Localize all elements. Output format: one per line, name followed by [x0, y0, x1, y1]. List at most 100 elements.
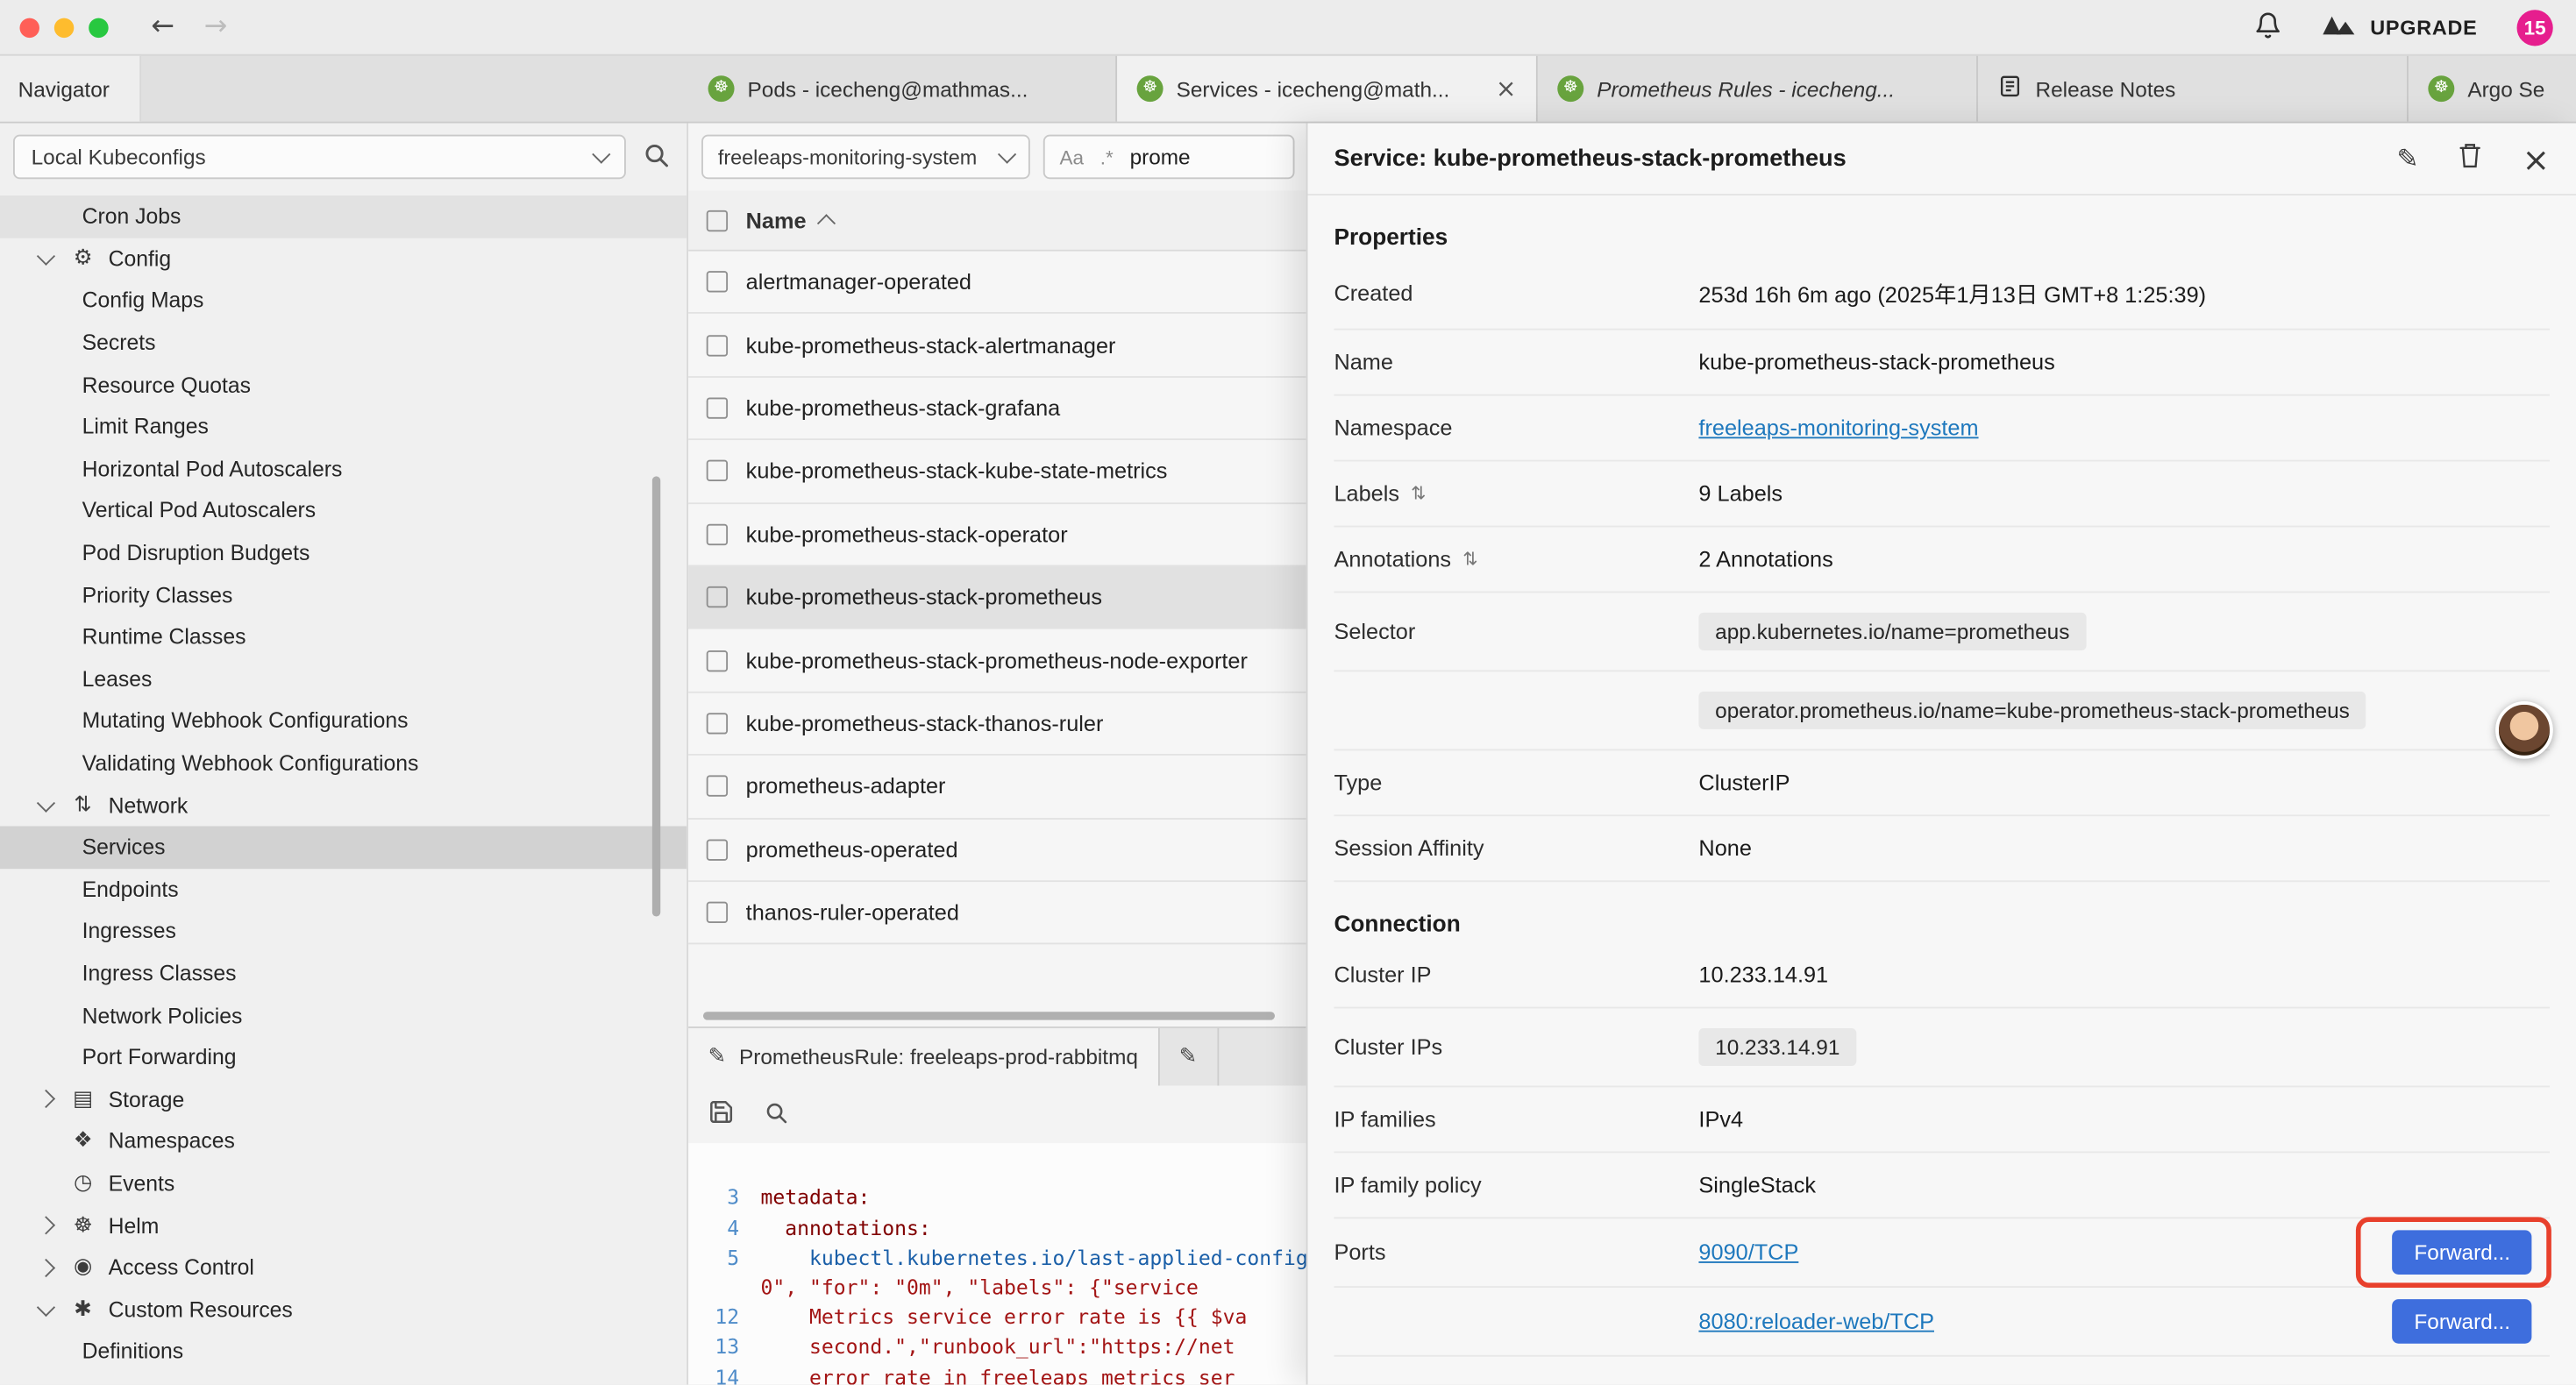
namespace-filter-dropdown[interactable]: freeleaps-monitoring-system	[701, 135, 1030, 180]
forward-port-button[interactable]: Forward...	[2393, 1230, 2531, 1275]
sidebar-item-mutating-webhook-configurations[interactable]: Mutating Webhook Configurations	[0, 700, 687, 742]
delete-service-icon[interactable]	[2459, 141, 2483, 175]
tab-argo[interactable]: ☸ Argo Se	[2409, 56, 2576, 122]
zoom-window-button[interactable]	[89, 18, 108, 37]
search-value: prome	[1130, 145, 1191, 169]
sidebar-scrollbar[interactable]	[652, 476, 660, 916]
window-controls	[19, 18, 108, 37]
sidebar-item-port-forwarding[interactable]: Port Forwarding	[0, 1036, 687, 1078]
sidebar-item-services[interactable]: Services	[0, 826, 687, 868]
chevron-right-icon[interactable]	[37, 1090, 55, 1108]
row-checkbox[interactable]	[707, 776, 728, 797]
notifications-bell-icon[interactable]	[2253, 11, 2281, 43]
tab-prometheus-rules[interactable]: ☸ Prometheus Rules - icecheng...	[1538, 56, 1978, 122]
sidebar-item-ingress-classes[interactable]: Ingress Classes	[0, 952, 687, 994]
edit-service-icon[interactable]: ✎	[2396, 146, 2418, 172]
sidebar-item-priority-classes[interactable]: Priority Classes	[0, 574, 687, 616]
sidebar-item-runtime-classes[interactable]: Runtime Classes	[0, 616, 687, 658]
row-checkbox[interactable]	[707, 586, 728, 607]
table-row[interactable]: alertmanager-operated	[688, 252, 1307, 315]
expand-annotations-icon[interactable]: ⇅	[1462, 549, 1477, 570]
chevron-down-icon[interactable]	[37, 1297, 55, 1316]
close-drawer-icon[interactable]: ×	[2523, 142, 2550, 174]
dock-tab-next[interactable]: ✎	[1159, 1029, 1218, 1087]
sidebar-item-helm[interactable]: ☸Helm	[0, 1204, 687, 1246]
row-checkbox[interactable]	[707, 713, 728, 734]
table-row[interactable]: kube-prometheus-stack-thanos-ruler	[688, 692, 1307, 756]
notification-count-badge[interactable]: 15	[2517, 9, 2553, 45]
sidebar-item-access-control[interactable]: ◉Access Control	[0, 1246, 687, 1289]
table-row-selected[interactable]: kube-prometheus-stack-prometheus	[688, 566, 1307, 629]
row-checkbox[interactable]	[707, 902, 728, 923]
sidebar-item-pod-disruption-budgets[interactable]: Pod Disruption Budgets	[0, 532, 687, 574]
expand-labels-icon[interactable]: ⇅	[1411, 483, 1426, 504]
back-icon[interactable]: ←	[151, 13, 174, 41]
sidebar-item-endpoints[interactable]: Endpoints	[0, 868, 687, 910]
detail-row-session-affinity: Session Affinity None	[1334, 816, 2550, 882]
table-row[interactable]: thanos-ruler-operated	[688, 882, 1307, 945]
close-window-button[interactable]	[19, 18, 39, 37]
chevron-right-icon[interactable]	[37, 1258, 55, 1276]
port-link-8080-reloader-web[interactable]: 8080:reloader-web/TCP	[1698, 1309, 1934, 1333]
forward-port-button[interactable]: Forward...	[2393, 1299, 2531, 1344]
close-tab-icon[interactable]: ×	[1496, 74, 1517, 103]
sidebar-item-storage[interactable]: ▤Storage	[0, 1078, 687, 1120]
user-avatar[interactable]	[2495, 701, 2553, 759]
sidebar-item-custom-resources[interactable]: ✱Custom Resources	[0, 1289, 687, 1331]
dock-tab-prometheusrule[interactable]: ✎ PrometheusRule: freeleaps-prod-rabbitm…	[688, 1029, 1159, 1087]
row-checkbox[interactable]	[707, 839, 728, 860]
sidebar-item-network-policies[interactable]: Network Policies	[0, 994, 687, 1036]
kubeconfig-selector[interactable]: Local Kubeconfigs	[13, 135, 626, 180]
sidebar-item-config-maps[interactable]: Config Maps	[0, 280, 687, 322]
table-row[interactable]: kube-prometheus-stack-grafana	[688, 378, 1307, 441]
name-column-header[interactable]: Name	[746, 208, 833, 232]
row-checkbox[interactable]	[707, 460, 728, 481]
sidebar-item-definitions[interactable]: Definitions	[0, 1331, 687, 1373]
sidebar-item-horizontal-pod-autoscalers[interactable]: Horizontal Pod Autoscalers	[0, 448, 687, 490]
table-row[interactable]: kube-prometheus-stack-operator	[688, 503, 1307, 566]
upgrade-button[interactable]: UPGRADE	[2321, 12, 2478, 42]
chevron-down-icon[interactable]	[37, 793, 55, 812]
chevron-right-icon[interactable]	[37, 1216, 55, 1234]
sidebar-item-secrets[interactable]: Secrets	[0, 322, 687, 364]
access-control-icon: ◉	[69, 1255, 97, 1280]
horizontal-scrollbar[interactable]	[703, 1012, 1275, 1020]
yaml-editor[interactable]: 3metadata: 4 annotations: 5 kubectl.kube…	[688, 1144, 1307, 1385]
save-icon[interactable]	[708, 1099, 735, 1131]
sidebar-item-events[interactable]: ◷Events	[0, 1162, 687, 1204]
table-row[interactable]: prometheus-adapter	[688, 756, 1307, 819]
chevron-down-icon[interactable]	[37, 246, 55, 265]
sidebar-item-resource-quotas[interactable]: Resource Quotas	[0, 364, 687, 406]
match-case-toggle[interactable]: Aa	[1060, 146, 1085, 168]
sidebar-item-config[interactable]: ⚙Config	[0, 238, 687, 280]
port-link-9090[interactable]: 9090/TCP	[1698, 1240, 1798, 1265]
row-checkbox[interactable]	[707, 397, 728, 418]
sidebar-item-vertical-pod-autoscalers[interactable]: Vertical Pod Autoscalers	[0, 490, 687, 532]
row-checkbox[interactable]	[707, 523, 728, 544]
table-row[interactable]: prometheus-operated	[688, 819, 1307, 882]
table-row[interactable]: kube-prometheus-stack-prometheus-node-ex…	[688, 629, 1307, 692]
table-row[interactable]: kube-prometheus-stack-kube-state-metrics	[688, 440, 1307, 503]
sidebar-item-network[interactable]: ⇅Network	[0, 784, 687, 826]
tab-pods[interactable]: ☸ Pods - icecheng@mathmas...	[688, 56, 1117, 122]
sidebar-search-icon[interactable]	[643, 140, 671, 173]
namespace-link[interactable]: freeleaps-monitoring-system	[1698, 416, 1978, 440]
row-checkbox[interactable]	[707, 272, 728, 293]
tab-services[interactable]: ☸ Services - icecheng@math... ×	[1117, 56, 1538, 122]
sidebar-item-validating-webhook-configurations[interactable]: Validating Webhook Configurations	[0, 742, 687, 784]
sidebar-item-ingresses[interactable]: Ingresses	[0, 910, 687, 952]
search-input[interactable]: Aa .* prome	[1043, 135, 1295, 180]
minimize-window-button[interactable]	[54, 18, 74, 37]
editor-search-icon[interactable]	[764, 1100, 788, 1130]
sidebar-item-limit-ranges[interactable]: Limit Ranges	[0, 406, 687, 448]
sidebar-item-leases[interactable]: Leases	[0, 657, 687, 700]
regex-toggle[interactable]: .*	[1100, 146, 1114, 168]
tab-release-notes[interactable]: Release Notes	[1978, 56, 2409, 122]
sidebar-item-cron-jobs[interactable]: Cron Jobs	[0, 195, 687, 238]
row-checkbox[interactable]	[707, 650, 728, 671]
table-row[interactable]: kube-prometheus-stack-alertmanager	[688, 315, 1307, 378]
row-checkbox[interactable]	[707, 334, 728, 355]
forward-icon[interactable]: →	[204, 13, 228, 41]
select-all-checkbox[interactable]	[707, 210, 728, 231]
sidebar-item-namespaces[interactable]: ❖Namespaces	[0, 1120, 687, 1162]
